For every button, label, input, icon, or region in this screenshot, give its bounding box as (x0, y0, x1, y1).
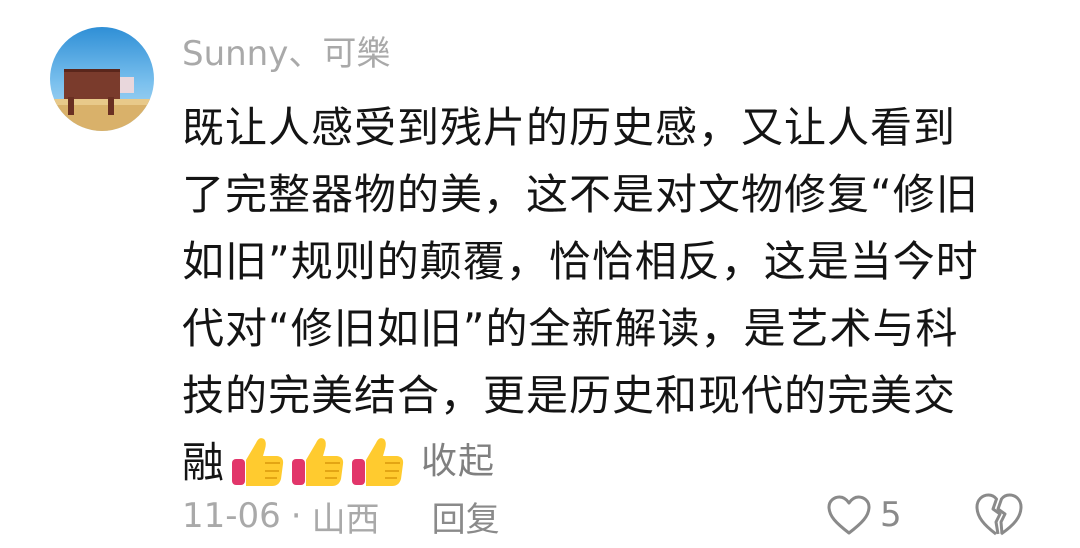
heart-icon (826, 494, 872, 536)
comment-body: 既让人感受到残片的历史感，又让人看到 了完整器物的美，这不是对文物修复“修旧 如… (182, 94, 1032, 496)
comment-line: 技的完美结合，更是历史和现代的完美交 (182, 371, 957, 420)
comment-meta: 11-06 · 山西 回复 (182, 492, 500, 540)
comment-last-line: 融 收起 (182, 429, 1032, 496)
thumbs-up-icon (289, 433, 347, 491)
reply-button[interactable]: 回复 (432, 492, 500, 541)
comment-line: 既让人感受到残片的历史感，又让人看到 (182, 103, 957, 152)
thumbs-up-icon (349, 433, 407, 491)
comment-line: 了完整器物的美，这不是对文物修复“修旧 (182, 170, 979, 219)
comment-date: 11-06 (182, 496, 281, 536)
dislike-button[interactable] (974, 492, 1024, 538)
comment-line: 如旧”规则的颠覆，恰恰相反，这是当今时 (182, 237, 979, 286)
collapse-button[interactable]: 收起 (421, 428, 495, 495)
broken-heart-icon (974, 492, 1024, 538)
like-button[interactable]: 5 (826, 490, 902, 540)
comment-line: 代对“修旧如旧”的全新解读，是艺术与科 (182, 304, 959, 353)
username[interactable]: Sunny、可樂 (182, 30, 390, 78)
emoji-row (229, 433, 409, 491)
avatar[interactable] (50, 27, 154, 131)
meta-separator: · (290, 496, 302, 536)
thumbs-up-icon (229, 433, 287, 491)
comment-line-text: 融 (182, 438, 226, 487)
like-count: 5 (880, 495, 902, 535)
comment-location: 山西 (311, 499, 380, 540)
